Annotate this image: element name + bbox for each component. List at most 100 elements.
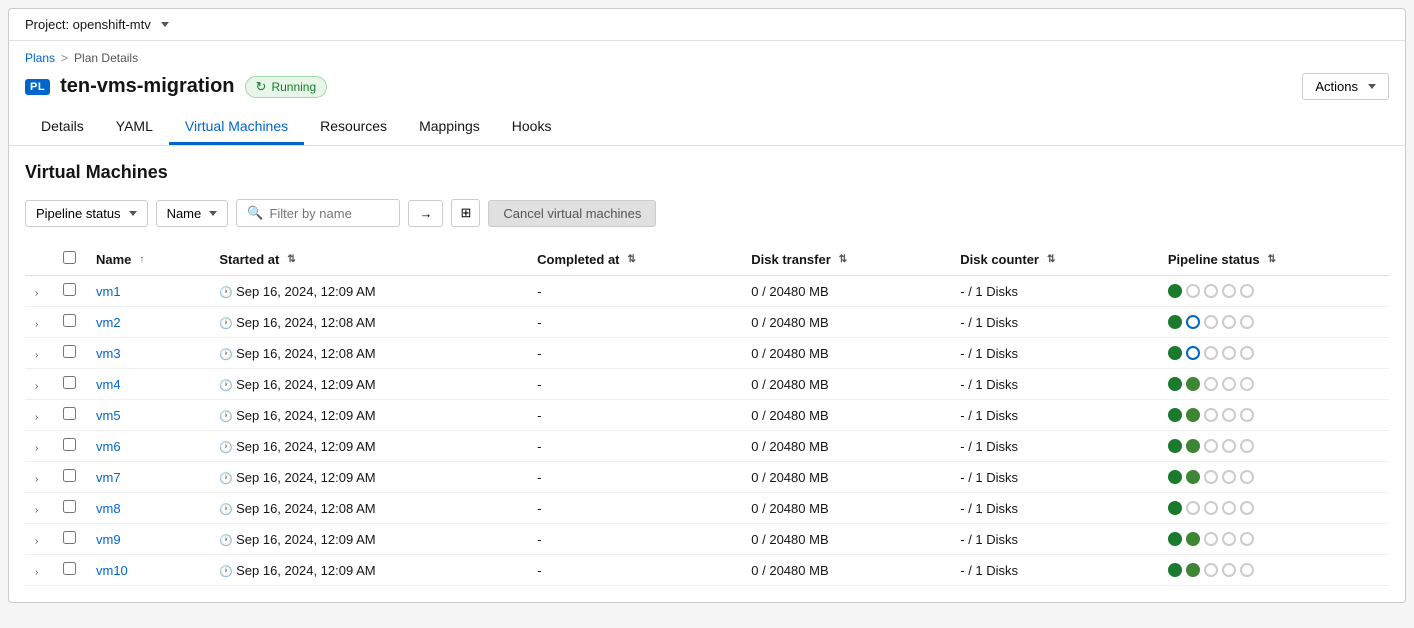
tab-yaml[interactable]: YAML [100, 110, 169, 145]
breadcrumb-plans[interactable]: Plans [25, 51, 55, 65]
row-disk-transfer-cell: 0 / 20480 MB [741, 369, 950, 400]
row-completed-cell: - [527, 369, 741, 400]
pipeline-status-indicators [1168, 501, 1379, 515]
disk-transfer-value: 0 / 20480 MB [751, 408, 828, 423]
select-all-checkbox[interactable] [63, 251, 76, 264]
disk-transfer-value: 0 / 20480 MB [751, 315, 828, 330]
pipeline-circle-0 [1168, 563, 1182, 577]
tab-virtual-machines[interactable]: Virtual Machines [169, 110, 304, 145]
actions-button[interactable]: Actions [1302, 73, 1389, 100]
search-icon: 🔍 [247, 205, 263, 221]
expand-icon[interactable]: › [35, 319, 38, 330]
disk-transfer-sort-icon[interactable]: ⇅ [839, 254, 847, 265]
tab-hooks[interactable]: Hooks [496, 110, 568, 145]
row-checkbox[interactable] [63, 500, 76, 513]
tab-details[interactable]: Details [25, 110, 100, 145]
search-input[interactable] [269, 206, 389, 221]
project-dropdown-icon[interactable] [161, 22, 169, 27]
pipeline-status-filter[interactable]: Pipeline status [25, 200, 148, 227]
row-checkbox-cell [53, 369, 86, 400]
started-sort-icon[interactable]: ⇅ [287, 254, 295, 265]
grid-view-button[interactable]: ⊞ [451, 199, 480, 227]
row-started-cell: 🕐Sep 16, 2024, 12:08 AM [209, 493, 527, 524]
started-at-value: Sep 16, 2024, 12:08 AM [236, 346, 376, 361]
expand-icon[interactable]: › [35, 350, 38, 361]
row-expand-cell: › [25, 338, 53, 369]
tab-mappings[interactable]: Mappings [403, 110, 496, 145]
row-expand-cell: › [25, 307, 53, 338]
vm-name[interactable]: vm6 [96, 439, 121, 454]
th-checkbox [53, 243, 86, 276]
row-disk-counter-cell: - / 1 Disks [950, 524, 1158, 555]
pipeline-status-chevron [129, 211, 137, 216]
vm-name[interactable]: vm7 [96, 470, 121, 485]
project-bar: Project: openshift-mtv [9, 9, 1405, 41]
cancel-virtual-machines-button[interactable]: Cancel virtual machines [488, 200, 656, 227]
pipeline-circle-2 [1204, 377, 1218, 391]
clock-icon: 🕐 [219, 380, 233, 392]
expand-icon[interactable]: › [35, 505, 38, 516]
pipeline-circle-1 [1186, 532, 1200, 546]
expand-icon[interactable]: › [35, 567, 38, 578]
vm-name[interactable]: vm2 [96, 315, 121, 330]
clock-icon: 🕐 [219, 287, 233, 299]
pipeline-circle-4 [1240, 284, 1254, 298]
toolbar: Pipeline status Name 🔍 → ⊞ Cancel virtua… [25, 199, 1389, 227]
row-disk-counter-cell: - / 1 Disks [950, 462, 1158, 493]
disk-transfer-value: 0 / 20480 MB [751, 439, 828, 454]
row-checkbox[interactable] [63, 376, 76, 389]
pipeline-status-label: Pipeline status [36, 206, 121, 221]
vm-name[interactable]: vm10 [96, 563, 128, 578]
pipeline-circle-1 [1186, 501, 1200, 515]
th-disk-counter[interactable]: Disk counter ⇅ [950, 243, 1158, 276]
row-checkbox[interactable] [63, 531, 76, 544]
row-started-cell: 🕐Sep 16, 2024, 12:09 AM [209, 276, 527, 307]
vm-name[interactable]: vm3 [96, 346, 121, 361]
tab-resources[interactable]: Resources [304, 110, 403, 145]
row-checkbox[interactable] [63, 283, 76, 296]
expand-icon[interactable]: › [35, 381, 38, 392]
row-checkbox[interactable] [63, 438, 76, 451]
vm-name[interactable]: vm9 [96, 532, 121, 547]
disk-transfer-value: 0 / 20480 MB [751, 284, 828, 299]
row-checkbox[interactable] [63, 562, 76, 575]
tab-bar: Details YAML Virtual Machines Resources … [25, 110, 1389, 145]
row-checkbox[interactable] [63, 345, 76, 358]
vm-name[interactable]: vm5 [96, 408, 121, 423]
clock-icon: 🕐 [219, 442, 233, 454]
expand-icon[interactable]: › [35, 412, 38, 423]
vm-name[interactable]: vm4 [96, 377, 121, 392]
disk-counter-sort-icon[interactable]: ⇅ [1047, 254, 1055, 265]
search-submit-button[interactable]: → [408, 200, 443, 227]
row-checkbox-cell [53, 400, 86, 431]
name-filter[interactable]: Name [156, 200, 229, 227]
pipeline-circle-2 [1204, 284, 1218, 298]
disk-counter-value: - / 1 Disks [960, 346, 1018, 361]
th-disk-transfer[interactable]: Disk transfer ⇅ [741, 243, 950, 276]
completed-sort-icon[interactable]: ⇅ [628, 254, 636, 265]
row-checkbox[interactable] [63, 469, 76, 482]
th-completed-at[interactable]: Completed at ⇅ [527, 243, 741, 276]
vm-name[interactable]: vm1 [96, 284, 121, 299]
row-pipeline-cell [1158, 462, 1389, 493]
th-started-at[interactable]: Started at ⇅ [209, 243, 527, 276]
pipeline-sort-icon[interactable]: ⇅ [1268, 254, 1276, 265]
th-pipeline-status[interactable]: Pipeline status ⇅ [1158, 243, 1389, 276]
expand-icon[interactable]: › [35, 536, 38, 547]
row-checkbox[interactable] [63, 407, 76, 420]
row-expand-cell: › [25, 369, 53, 400]
started-at-value: Sep 16, 2024, 12:09 AM [236, 439, 376, 454]
row-checkbox[interactable] [63, 314, 76, 327]
expand-icon[interactable]: › [35, 474, 38, 485]
pipeline-circle-4 [1240, 439, 1254, 453]
completed-at-value: - [537, 408, 541, 423]
expand-icon[interactable]: › [35, 443, 38, 454]
th-name[interactable]: Name ↑ [86, 243, 209, 276]
name-sort-icon[interactable]: ↑ [139, 254, 144, 265]
pipeline-circle-2 [1204, 439, 1218, 453]
expand-icon[interactable]: › [35, 288, 38, 299]
vm-name[interactable]: vm8 [96, 501, 121, 516]
row-expand-cell: › [25, 524, 53, 555]
pipeline-circle-4 [1240, 563, 1254, 577]
plan-title: ten-vms-migration [60, 75, 234, 98]
